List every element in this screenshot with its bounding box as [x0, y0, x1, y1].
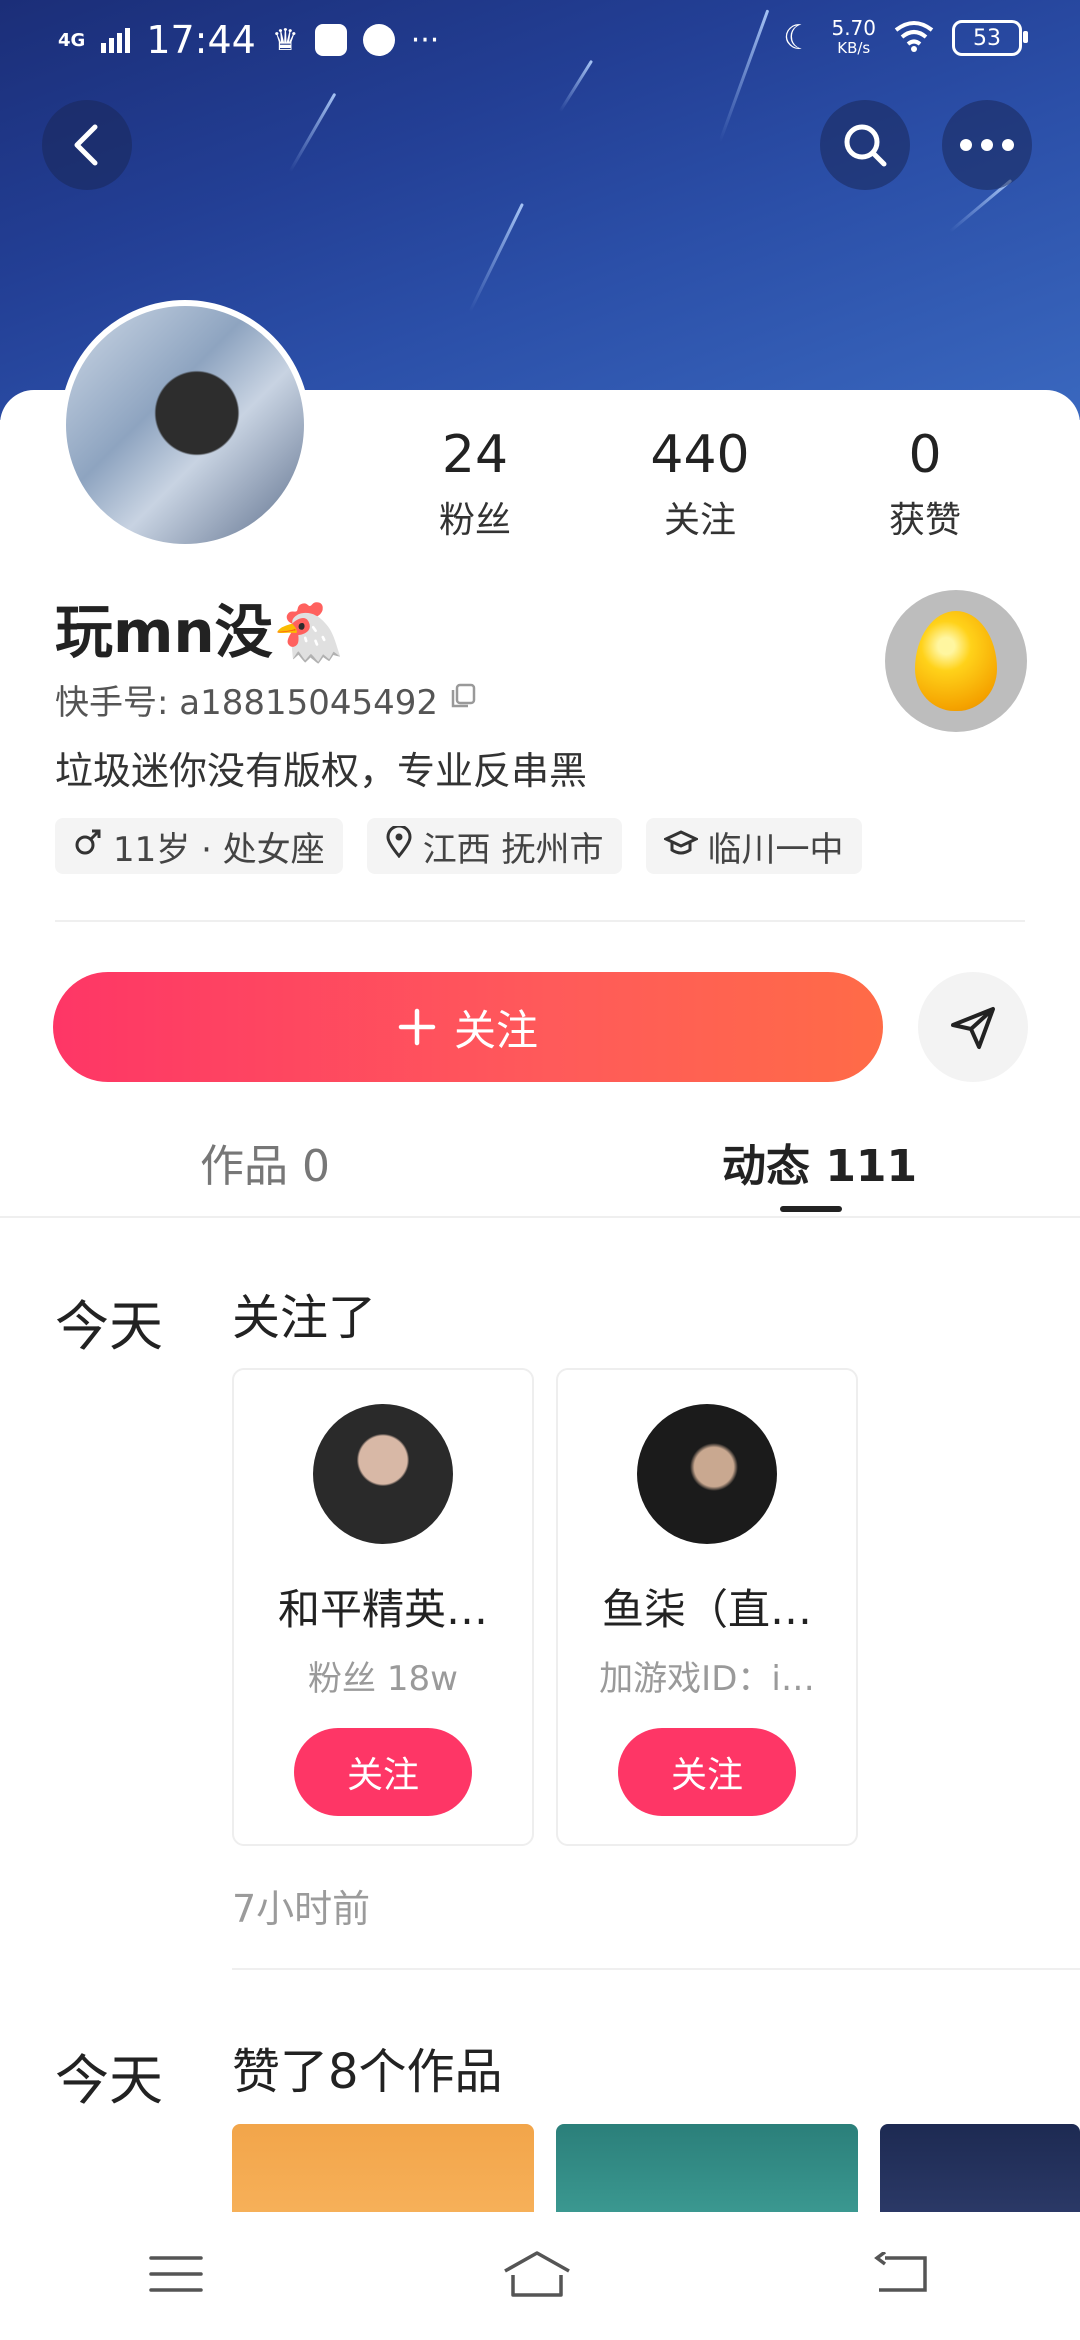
followers-count: 24	[441, 425, 509, 485]
tab-works[interactable]: 作品 0	[200, 1130, 330, 1194]
location-tag: 江西 抚州市	[366, 818, 622, 874]
app-notification-icon	[314, 24, 347, 56]
search-button[interactable]	[820, 100, 910, 190]
feed-day-label: 今天	[55, 1295, 163, 1358]
back-nav-icon[interactable]	[871, 2250, 931, 2300]
liked-work-thumbnail[interactable]	[556, 2124, 858, 2220]
more-options-button[interactable]	[942, 100, 1032, 190]
back-button[interactable]	[42, 100, 132, 190]
search-notification-icon	[362, 24, 395, 56]
crown-icon: ♛	[271, 22, 299, 58]
male-icon	[73, 826, 103, 866]
kuaishou-id-row[interactable]: 快手号: a18815045492	[55, 675, 478, 724]
golden-egg-icon	[915, 611, 997, 711]
feed-activity-label: 赞了8个作品	[232, 2044, 503, 2100]
copy-icon[interactable]	[448, 680, 478, 720]
clock: 17:44	[146, 18, 256, 62]
more-icon	[960, 139, 1014, 151]
follow-user-button[interactable]: 关注	[618, 1728, 796, 1816]
kuaishou-id: 快手号: a18815045492	[55, 683, 439, 723]
followers-label: 粉丝	[438, 500, 511, 541]
battery-indicator: 53	[952, 20, 1028, 56]
feed-day-label: 今天	[55, 2049, 163, 2112]
following-label: 关注	[663, 500, 736, 541]
signal-icon	[101, 27, 131, 53]
location-pin-icon	[385, 824, 413, 867]
moon-icon: ☾	[782, 18, 814, 58]
egg-badge[interactable]	[885, 590, 1027, 732]
home-icon[interactable]	[501, 2249, 573, 2303]
followed-user-card[interactable]: 鱼柒（直… 加游戏ID：i… 关注	[556, 1368, 858, 1846]
activity-timestamp: 7小时前	[232, 1887, 371, 1931]
profile-bio: 垃圾迷你没有版权，专业反串黑	[55, 749, 588, 793]
school-tag: 临川一中	[645, 818, 862, 874]
status-bar: 4G 17:44 ♛ ··· ☾ 5.70 KB/s 53	[0, 0, 1080, 90]
user-subtitle: 粉丝 18w	[308, 1659, 458, 1699]
send-icon	[951, 1007, 995, 1049]
likes-label: 获赞	[888, 500, 961, 541]
divider	[55, 920, 1025, 922]
user-name: 和平精英…	[277, 1585, 488, 1634]
stat-likes[interactable]: 0 获赞	[835, 425, 1015, 543]
user-subtitle: 加游戏ID：i…	[599, 1659, 815, 1699]
age-tag: 11岁 · 处女座	[55, 818, 343, 874]
liked-work-thumbnail[interactable]	[232, 2124, 534, 2220]
profile-avatar[interactable]	[60, 300, 310, 550]
profile-tags: 11岁 · 处女座 江西 抚州市 临川一中	[55, 818, 862, 874]
follow-button[interactable]: 关注	[53, 972, 883, 1082]
followed-user-card[interactable]: 和平精英… 粉丝 18w 关注	[232, 1368, 534, 1846]
menu-icon[interactable]	[149, 2254, 203, 2298]
graduation-cap-icon	[661, 826, 700, 866]
divider	[232, 1968, 1080, 1970]
liked-work-thumbnail[interactable]	[880, 2124, 1080, 2220]
tab-moments[interactable]: 动态 111	[722, 1130, 917, 1194]
user-name: 鱼柒（直…	[601, 1585, 812, 1634]
message-button[interactable]	[918, 972, 1028, 1082]
user-avatar[interactable]	[313, 1404, 453, 1544]
stat-followers[interactable]: 24 粉丝	[385, 425, 565, 543]
follow-user-button[interactable]: 关注	[294, 1728, 472, 1816]
divider	[0, 1216, 1080, 1218]
following-count: 440	[650, 425, 750, 485]
tab-indicator	[780, 1206, 842, 1212]
stat-following[interactable]: 440 关注	[610, 425, 790, 543]
search-icon	[844, 124, 887, 167]
user-avatar[interactable]	[637, 1404, 777, 1544]
network-speed: 5.70 KB/s	[831, 16, 876, 57]
likes-count: 0	[908, 425, 942, 485]
back-arrow-icon	[74, 124, 98, 166]
more-notifications-icon: ···	[410, 22, 440, 58]
profile-name: 玩mn没🐔	[55, 598, 345, 666]
system-navigation-bar	[0, 2212, 1080, 2340]
network-indicator: 4G	[58, 29, 86, 51]
plus-icon	[398, 1008, 436, 1046]
follow-button-label: 关注	[453, 1005, 538, 1055]
feed-activity-label: 关注了	[232, 1290, 377, 1346]
wifi-icon	[894, 20, 934, 57]
